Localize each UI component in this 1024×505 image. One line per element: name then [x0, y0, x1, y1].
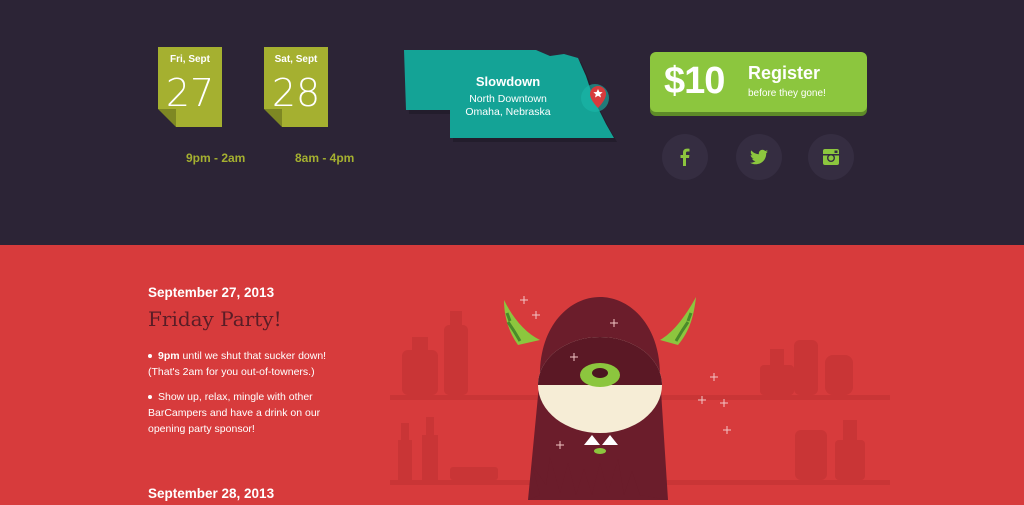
instagram-link[interactable] — [808, 134, 854, 180]
date-day-label: Sat, Sept — [274, 54, 318, 65]
register-label: Register — [748, 63, 821, 83]
date-time-friday: 9pm - 2am — [186, 151, 246, 165]
facebook-icon — [680, 148, 690, 166]
venue-area: North Downtown — [469, 93, 547, 105]
twitter-link[interactable] — [736, 134, 782, 180]
monster-illustration — [390, 296, 890, 500]
bullet-dot — [148, 354, 152, 359]
date-note-friday: Fri, Sept 27 — [158, 47, 222, 127]
schedule-date: September 28, 2013 — [148, 486, 275, 501]
page-curl — [158, 109, 176, 127]
schedule-date: September 27, 2013 — [148, 285, 275, 300]
register-button[interactable]: $10 Register before they gone! — [650, 52, 867, 112]
venue-city: Omaha, Nebraska — [465, 106, 551, 118]
instagram-icon — [823, 149, 839, 165]
facebook-link[interactable] — [662, 134, 708, 180]
date-time-saturday: 8am - 4pm — [295, 151, 355, 165]
event-info-header: Fri, Sept 27 9pm - 2am Sat, Sept 28 8am … — [0, 0, 1024, 245]
register-price: $10 — [664, 60, 725, 102]
bullet-dot — [148, 395, 152, 400]
date-day-label: Fri, Sept — [169, 54, 210, 65]
date-note-saturday: Sat, Sept 28 — [264, 47, 328, 127]
event-bullet: 9pm until we shut that sucker down! (Tha… — [148, 348, 358, 380]
event-bullet: Show up, relax, mingle with other BarCam… — [148, 389, 358, 437]
bullet-strong: 9pm — [158, 350, 180, 362]
event-title: Friday Party! — [148, 307, 282, 331]
register-sublabel: before they gone! — [748, 88, 826, 99]
bullet-text: Show up, relax, mingle with other BarCam… — [148, 391, 321, 435]
twitter-icon — [750, 149, 768, 165]
venue-name: Slowdown — [475, 74, 541, 89]
page-curl — [264, 109, 282, 127]
